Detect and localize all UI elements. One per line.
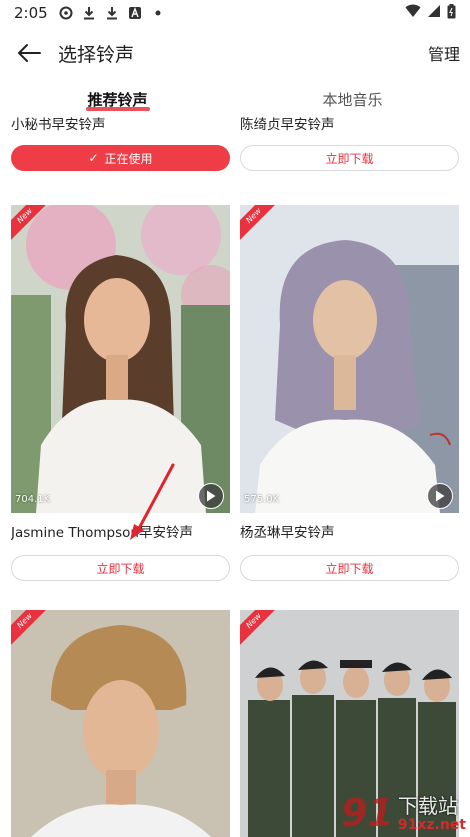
ringtone-cover[interactable]: New xyxy=(11,610,230,837)
status-bar: 2:05 xyxy=(0,0,470,26)
watermark-text: 下载站 91xz.net xyxy=(398,795,466,833)
ringtone-title: 小秘书早安铃声 xyxy=(11,117,106,133)
tab-label: 推荐铃声 xyxy=(87,91,148,109)
cover-photo xyxy=(11,205,230,513)
tab-local-music[interactable]: 本地音乐 xyxy=(235,86,470,114)
status-time: 2:05 xyxy=(14,4,48,22)
watermark-cn: 下载站 xyxy=(397,794,458,818)
play-icon xyxy=(207,490,216,502)
app-header: 选择铃声 管理 xyxy=(0,30,470,76)
wifi-icon xyxy=(405,4,421,22)
ringtone-card: New xyxy=(11,610,230,837)
cover-photo xyxy=(240,205,459,513)
ringtone-card: New 704.1K Jasmine Thompson早安铃声 立即下载 xyxy=(11,205,230,581)
ringtone-card: 陈绮贞早安铃声 立即下载 xyxy=(240,115,459,171)
ringtone-title: 杨丞琳早安铃声 xyxy=(240,525,335,541)
watermark-url: 91xz.net xyxy=(397,817,466,833)
signal-icon xyxy=(427,4,441,22)
play-count: 575.0K xyxy=(244,494,280,505)
check-icon: ✓ xyxy=(88,151,99,165)
tab-label: 本地音乐 xyxy=(322,91,383,109)
ringtone-card: New 575.0K 杨丞琳早安铃声 立即下载 xyxy=(240,205,459,581)
play-button[interactable] xyxy=(198,483,224,509)
button-label: 正在使用 xyxy=(104,151,153,166)
play-count: 704.1K xyxy=(15,494,51,505)
page-title: 选择铃声 xyxy=(58,43,135,66)
ringtone-title: Jasmine Thompson早安铃声 xyxy=(11,525,193,541)
more-dot-icon xyxy=(150,5,166,21)
ringtone-title: 陈绮贞早安铃声 xyxy=(240,117,335,133)
tab-recommended[interactable]: 推荐铃声 xyxy=(0,86,235,114)
download-button[interactable]: 立即下载 xyxy=(240,555,459,581)
download-button[interactable]: 立即下载 xyxy=(11,555,230,581)
download-button[interactable]: 立即下载 xyxy=(240,145,459,171)
ringtone-cover[interactable]: New 575.0K xyxy=(240,205,459,513)
back-arrow-icon xyxy=(18,44,41,62)
back-button[interactable] xyxy=(14,38,44,68)
download-icon xyxy=(81,5,97,21)
font-app-icon xyxy=(127,5,143,21)
play-button[interactable] xyxy=(427,483,453,509)
in-use-button[interactable]: ✓ 正在使用 xyxy=(11,145,230,171)
manage-button[interactable]: 管理 xyxy=(428,41,460,65)
battery-icon xyxy=(447,3,456,23)
download-icon xyxy=(104,5,120,21)
watermark: 91 下载站 91xz.net xyxy=(295,782,470,837)
cover-photo xyxy=(11,610,230,837)
ringtone-card: 小秘书早安铃声 ✓ 正在使用 xyxy=(11,115,230,171)
tab-bar: 推荐铃声 本地音乐 xyxy=(0,86,470,114)
play-icon xyxy=(436,490,445,502)
app-notification-icon xyxy=(58,5,74,21)
ringtone-cover[interactable]: New 704.1K xyxy=(11,205,230,513)
watermark-logo: 91 xyxy=(340,791,394,835)
